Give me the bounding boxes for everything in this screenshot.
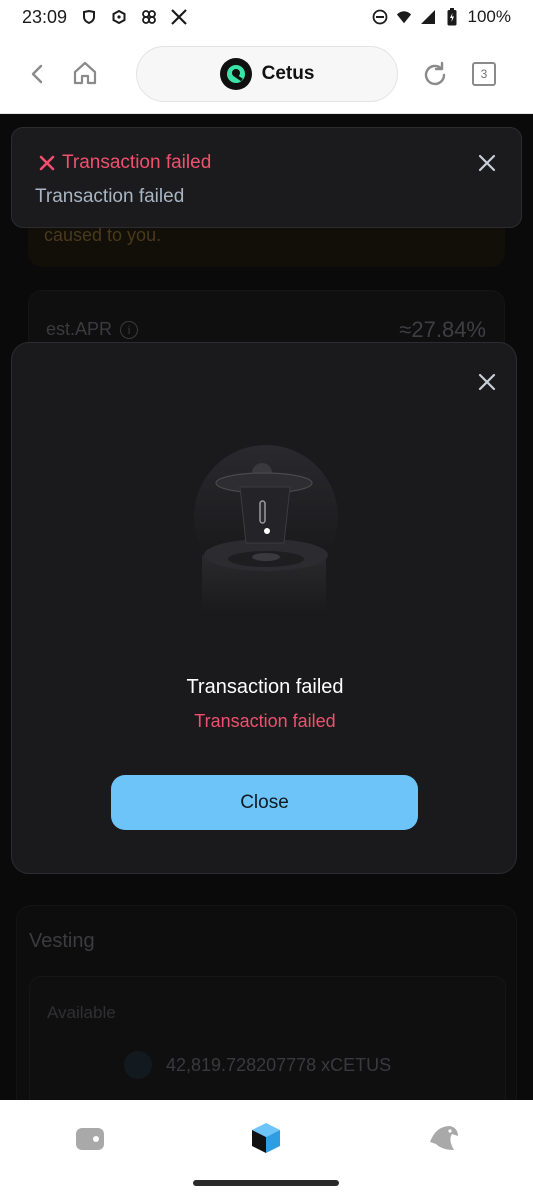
shield-icon	[81, 9, 97, 25]
vesting-title: Vesting	[29, 930, 95, 952]
failed-illustration-icon	[188, 443, 344, 615]
battery-percent: 100%	[467, 7, 511, 26]
error-toast: Transaction failed Transaction failed	[11, 127, 522, 228]
error-x-icon	[38, 154, 56, 172]
signal-icon	[420, 9, 436, 25]
wifi-icon	[396, 9, 412, 25]
browser-toolbar: Cetus 3	[0, 34, 533, 114]
close-button[interactable]: Close	[111, 775, 418, 830]
modal-subtitle: Transaction failed	[194, 711, 336, 731]
apr-label-row: est.APR i	[46, 319, 139, 340]
toast-title-row: Transaction failed	[38, 152, 211, 174]
toast-message: Transaction failed	[35, 186, 185, 207]
modal-close-icon[interactable]	[476, 371, 498, 393]
back-arrow-icon[interactable]	[24, 60, 52, 88]
cetus-logo-icon	[219, 58, 252, 90]
wallet-icon[interactable]	[74, 1122, 106, 1154]
battery-icon	[444, 8, 460, 26]
available-card: Available 42,819.728207778 xCETUS	[29, 976, 506, 1100]
status-bar: 23:09 100%	[0, 0, 533, 34]
transaction-failed-modal: Transaction failed Transaction failed Cl…	[11, 342, 517, 874]
url-bar[interactable]: Cetus	[136, 46, 398, 102]
do-not-disturb-icon	[372, 9, 388, 25]
apr-value: ≈27.84%	[399, 317, 486, 342]
modal-title: Transaction failed	[186, 676, 344, 698]
vesting-card: Vesting Available 42,819.728207778 xCETU…	[16, 905, 517, 1100]
hexagon-icon	[111, 9, 127, 25]
balance-amount: 42,819.728207778 xCETUS	[166, 1054, 392, 1075]
cube-icon[interactable]	[248, 1120, 284, 1156]
tab-count-button[interactable]: 3	[472, 62, 496, 86]
notice-text: caused to you.	[44, 225, 162, 245]
status-right: 100%	[372, 7, 511, 27]
status-left: 23:09	[22, 7, 187, 28]
toast-title: Transaction failed	[62, 152, 212, 173]
home-indicator[interactable]	[193, 1180, 339, 1186]
reload-icon[interactable]	[420, 60, 450, 90]
home-icon[interactable]	[70, 58, 100, 88]
site-name: Cetus	[261, 63, 315, 84]
explore-bird-icon[interactable]	[426, 1120, 462, 1156]
bottom-navigation	[0, 1100, 533, 1200]
status-time: 23:09	[22, 6, 68, 27]
apr-label: est.APR	[46, 319, 113, 339]
info-icon[interactable]: i	[120, 320, 139, 339]
balance-row: 42,819.728207778 xCETUS	[124, 1051, 391, 1079]
available-label: Available	[47, 1003, 116, 1022]
toast-close-icon[interactable]	[476, 152, 498, 174]
pinwheel-icon	[141, 9, 157, 25]
xcetus-token-icon	[124, 1051, 152, 1079]
x-logo-icon	[171, 9, 187, 25]
